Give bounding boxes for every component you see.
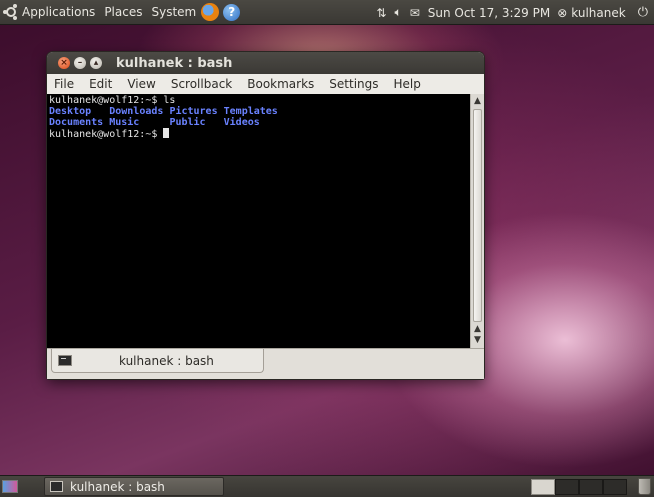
terminal-line: kulhanek@wolf12:~$ [49, 128, 470, 140]
tab-label: kulhanek : bash [119, 353, 214, 368]
terminal-output[interactable]: kulhanek@wolf12:~$ ls Desktop Downloads … [47, 94, 470, 348]
text-cursor [163, 128, 170, 138]
terminal-icon [50, 481, 63, 492]
workspace-3[interactable] [579, 479, 603, 495]
menu-system[interactable]: System [151, 5, 196, 19]
username[interactable]: kulhanek [571, 6, 625, 20]
tab-session[interactable]: kulhanek : bash [51, 349, 264, 373]
scroll-up-arrow-icon[interactable]: ▲ [471, 95, 484, 107]
terminal-scrollbar[interactable]: ▲ ▲ ▼ [470, 94, 484, 348]
workspace-switcher [531, 479, 627, 495]
volume-icon[interactable]: 🔈︎ [394, 5, 401, 20]
dir-entry: Desktop [49, 106, 104, 117]
user-status-icon[interactable]: ⊗ [557, 6, 567, 20]
terminal-line: Desktop Downloads Pictures Templates [49, 106, 470, 117]
scrollbar-thumb[interactable] [473, 109, 482, 322]
menubar: File Edit View Scrollback Bookmarks Sett… [47, 74, 484, 94]
menu-applications[interactable]: Applications [22, 5, 95, 19]
terminal-line: Documents Music Public Videos [49, 117, 470, 128]
clock[interactable]: Sun Oct 17, 3:29 PM [428, 6, 550, 20]
firefox-icon[interactable] [201, 3, 220, 21]
top-panel: Applications Places System ? ⇅ 🔈︎ ✉ Sun … [0, 0, 654, 25]
terminal-line: kulhanek@wolf12:~$ ls [49, 95, 470, 106]
window-titlebar[interactable]: × – ▴ kulhanek : bash [47, 52, 484, 74]
menu-scrollback[interactable]: Scrollback [171, 77, 232, 91]
show-desktop-icon[interactable] [2, 480, 18, 493]
maximize-icon[interactable]: ▴ [90, 57, 102, 69]
menu-view[interactable]: View [127, 77, 155, 91]
menu-help[interactable]: Help [394, 77, 421, 91]
menu-edit[interactable]: Edit [89, 77, 112, 91]
workspace-1[interactable] [531, 479, 555, 495]
network-icon[interactable]: ⇅ [376, 6, 386, 20]
bottom-panel: kulhanek : bash [0, 475, 654, 497]
scroll-down-arrow-icon[interactable]: ▼ [471, 334, 484, 346]
dir-entry: Music [109, 117, 164, 128]
workspace-4[interactable] [603, 479, 627, 495]
window-title: kulhanek : bash [116, 55, 233, 71]
terminal-icon [58, 355, 72, 366]
help-icon[interactable]: ? [223, 3, 241, 21]
command: ls [163, 95, 176, 106]
terminal-window: × – ▴ kulhanek : bash File Edit View Scr… [47, 52, 484, 379]
trash-icon[interactable] [638, 478, 651, 495]
menu-bookmarks[interactable]: Bookmarks [247, 77, 314, 91]
dir-entry: Documents [49, 117, 104, 128]
dir-entry: Videos [223, 117, 260, 128]
prompt: kulhanek@wolf12:~$ [49, 129, 164, 140]
close-icon[interactable]: × [58, 57, 70, 69]
dir-entry: Templates [223, 106, 278, 117]
dir-entry: Pictures [169, 106, 218, 117]
mail-icon[interactable]: ✉ [410, 6, 420, 20]
workspace-2[interactable] [555, 479, 579, 495]
power-icon[interactable]: ⏻ [638, 5, 648, 20]
minimize-icon[interactable]: – [74, 57, 86, 69]
prompt: kulhanek@wolf12:~$ [49, 95, 164, 106]
menu-settings[interactable]: Settings [329, 77, 378, 91]
menu-places[interactable]: Places [104, 5, 142, 19]
menu-file[interactable]: File [54, 77, 74, 91]
dir-entry: Public [169, 117, 218, 128]
taskbar-label: kulhanek : bash [70, 479, 165, 494]
taskbar-button[interactable]: kulhanek : bash [44, 477, 224, 496]
ubuntu-logo-icon[interactable] [3, 4, 18, 20]
tab-bar: kulhanek : bash [47, 348, 484, 379]
dir-entry: Downloads [109, 106, 164, 117]
